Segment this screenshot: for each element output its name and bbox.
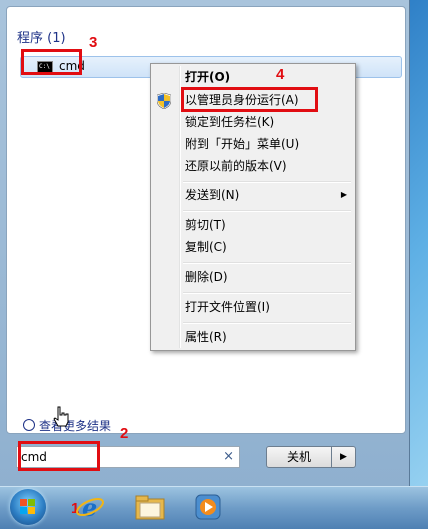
submenu-arrow-icon: ▶	[340, 190, 347, 199]
menu-item-open-location[interactable]: 打开文件位置(I)	[153, 297, 353, 317]
annotation-step-2: 2	[120, 425, 129, 442]
menu-separator	[183, 210, 351, 212]
menu-item-cut[interactable]: 剪切(T)	[153, 215, 353, 235]
annotation-box-run-as-admin	[181, 87, 318, 112]
menu-separator	[183, 181, 351, 183]
uac-shield-icon	[157, 93, 171, 109]
menu-item-open[interactable]: 打开(O)	[153, 67, 353, 87]
svg-text:e: e	[82, 493, 97, 522]
start-orb-icon[interactable]	[10, 489, 46, 525]
internet-explorer-icon[interactable]: e	[74, 491, 106, 523]
media-player-icon[interactable]	[192, 491, 224, 523]
hand-cursor-icon	[53, 406, 69, 427]
shutdown-button[interactable]: 关机	[266, 446, 332, 468]
windows-explorer-icon[interactable]	[134, 491, 166, 523]
annotation-step-4: 4	[276, 66, 285, 83]
menu-item-pin-taskbar[interactable]: 锁定到任务栏(K)	[153, 112, 353, 132]
see-more-results-label: 查看更多结果	[39, 419, 112, 433]
flag-red	[20, 499, 27, 506]
flag-green	[28, 499, 35, 506]
menu-item-copy[interactable]: 复制(C)	[153, 237, 353, 257]
programs-section-header: 程序 (1)	[17, 31, 66, 46]
annotation-step-3: 3	[89, 34, 98, 51]
search-icon	[23, 419, 35, 431]
menu-item-delete[interactable]: 删除(D)	[153, 267, 353, 287]
menu-item-send-to-label: 发送到(N)	[185, 188, 240, 202]
menu-separator	[183, 262, 351, 264]
shutdown-options-arrow[interactable]: ▶	[332, 446, 356, 468]
flag-yellow	[28, 507, 35, 514]
clear-search-icon[interactable]: ×	[223, 449, 234, 464]
menu-separator	[183, 322, 351, 324]
flag-blue	[20, 507, 27, 514]
menu-item-pin-start[interactable]: 附到「开始」菜单(U)	[153, 134, 353, 154]
menu-item-restore-versions[interactable]: 还原以前的版本(V)	[153, 156, 353, 176]
menu-separator	[183, 292, 351, 294]
annotation-box-result	[21, 49, 82, 75]
annotation-box-search	[18, 441, 100, 471]
menu-item-properties[interactable]: 属性(R)	[153, 327, 353, 347]
menu-item-send-to[interactable]: 发送到(N) ▶	[153, 185, 353, 205]
